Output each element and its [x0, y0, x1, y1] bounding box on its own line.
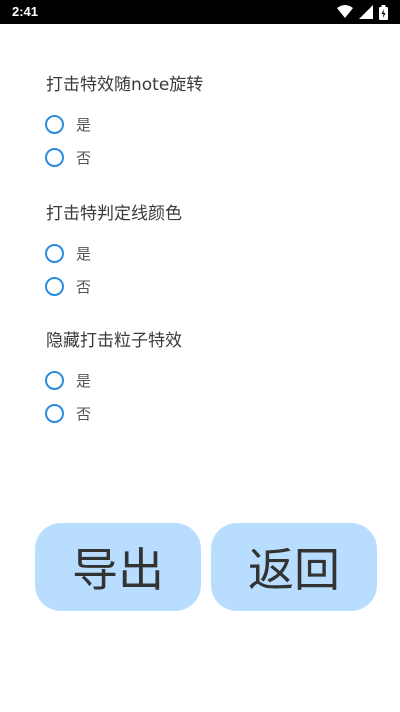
radio-button[interactable] — [45, 147, 64, 167]
radio-button[interactable] — [45, 276, 64, 296]
option-label: 是 — [76, 244, 92, 263]
setting-title-judge-line-color: 打击特判定线颜色 — [46, 204, 182, 224]
note-rotation-yes-option[interactable]: 是 — [45, 112, 91, 136]
option-label: 是 — [76, 115, 92, 134]
status-icons — [337, 4, 388, 20]
back-button[interactable]: 返回 — [211, 523, 377, 611]
setting-title-hide-particles: 隐藏打击粒子特效 — [46, 331, 182, 351]
radio-button[interactable] — [45, 370, 64, 390]
status-bar: 2:41 — [0, 0, 400, 24]
status-time: 2:41 — [12, 4, 39, 19]
battery-icon — [379, 4, 388, 20]
option-label: 是 — [76, 371, 92, 390]
setting-title-note-rotation: 打击特效随note旋转 — [46, 75, 204, 95]
radio-button[interactable] — [45, 243, 64, 263]
hide-particles-yes-option[interactable]: 是 — [45, 368, 91, 392]
judge-line-color-yes-option[interactable]: 是 — [45, 241, 91, 265]
wifi-icon — [337, 5, 353, 18]
radio-button[interactable] — [45, 114, 64, 134]
export-button[interactable]: 导出 — [35, 523, 201, 611]
option-label: 否 — [76, 277, 92, 296]
option-label: 否 — [76, 148, 92, 167]
signal-icon — [359, 5, 373, 19]
hide-particles-no-option[interactable]: 否 — [45, 401, 91, 425]
option-label: 否 — [76, 404, 92, 423]
note-rotation-no-option[interactable]: 否 — [45, 145, 91, 169]
radio-button[interactable] — [45, 403, 64, 423]
judge-line-color-no-option[interactable]: 否 — [45, 274, 91, 298]
